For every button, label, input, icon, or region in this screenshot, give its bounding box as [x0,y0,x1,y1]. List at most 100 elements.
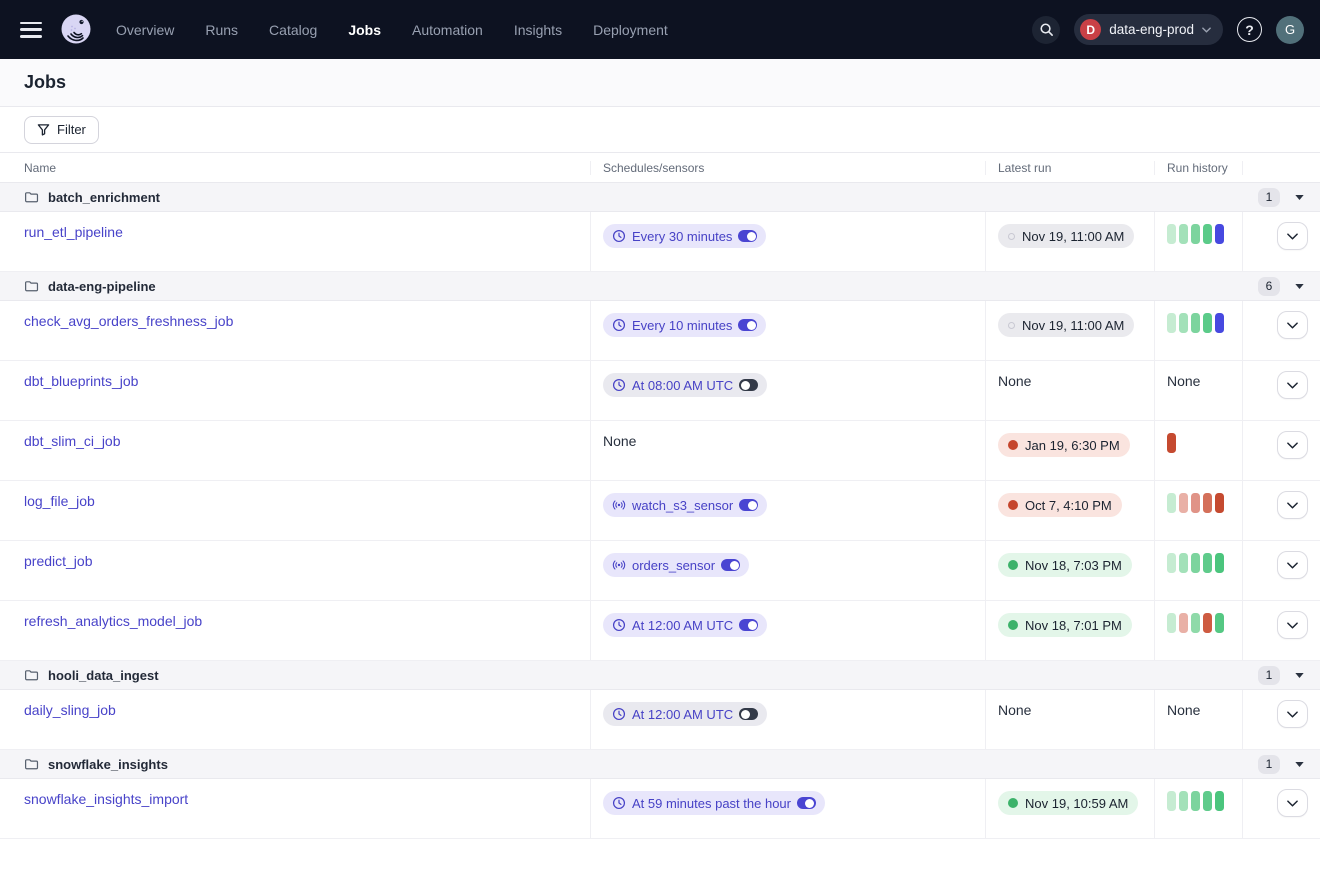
expand-row-button[interactable] [1277,789,1308,817]
group-name: data-eng-pipeline [48,279,156,294]
schedule-chip[interactable]: At 59 minutes past the hour [603,791,825,815]
nav-item-jobs[interactable]: Jobs [348,22,381,38]
latest-run-pill[interactable]: Nov 19, 11:00 AM [998,313,1134,337]
nav-items: Overview Runs Catalog Jobs Automation In… [116,22,668,38]
chevron-down-icon [1287,382,1298,389]
expand-row-button[interactable] [1277,311,1308,339]
group-name: batch_enrichment [48,190,160,205]
user-avatar[interactable]: G [1276,16,1304,44]
run-history-bars[interactable] [1167,313,1242,333]
latest-run-pill[interactable]: Jan 19, 6:30 PM [998,433,1130,457]
latest-run-pill[interactable]: Nov 19, 10:59 AM [998,791,1138,815]
deployment-initial-badge: D [1080,19,1101,40]
page-title: Jobs [24,72,66,93]
table-row: dbt_blueprints_job At 08:00 AM UTC None … [0,361,1320,421]
toggle-on-icon[interactable] [739,619,758,631]
job-link[interactable]: run_etl_pipeline [24,224,123,240]
table-row: dbt_slim_ci_job None Jan 19, 6:30 PM [0,421,1320,481]
nav-item-overview[interactable]: Overview [116,22,174,38]
job-link[interactable]: daily_sling_job [24,702,116,718]
question-mark-icon: ? [1245,22,1254,38]
schedule-chip[interactable]: At 12:00 AM UTC [603,613,767,637]
latest-run-pill[interactable]: Nov 18, 7:01 PM [998,613,1132,637]
group-row-hooli-data-ingest[interactable]: hooli_data_ingest 1 [0,661,1320,690]
sensor-chip[interactable]: orders_sensor [603,553,749,577]
column-header-run-history: Run history [1155,161,1243,175]
schedule-chip[interactable]: Every 30 minutes [603,224,766,248]
collapse-group-button[interactable] [1293,671,1306,680]
table-row: refresh_analytics_model_job At 12:00 AM … [0,601,1320,661]
latest-run-pill[interactable]: Nov 18, 7:03 PM [998,553,1132,577]
column-header-schedules: Schedules/sensors [591,161,986,175]
nav-item-runs[interactable]: Runs [205,22,238,38]
job-link[interactable]: dbt_slim_ci_job [24,433,121,449]
nav-item-insights[interactable]: Insights [514,22,562,38]
chevron-down-icon [1287,233,1298,240]
toggle-on-icon[interactable] [738,319,757,331]
latest-run-pill[interactable]: Oct 7, 4:10 PM [998,493,1122,517]
group-row-data-eng-pipeline[interactable]: data-eng-pipeline 6 [0,272,1320,301]
group-row-snowflake-insights[interactable]: snowflake_insights 1 [0,750,1320,779]
column-header-name: Name [0,161,591,175]
folder-icon [24,757,39,771]
deployment-switcher[interactable]: D data-eng-prod [1074,14,1223,45]
caret-down-icon [1295,195,1304,200]
filter-icon [37,123,50,136]
chevron-down-icon [1287,322,1298,329]
run-history-bars[interactable] [1167,224,1242,244]
success-icon [1008,620,1018,630]
collapse-group-button[interactable] [1293,193,1306,202]
chevron-down-icon [1287,442,1298,449]
schedule-chip[interactable]: At 12:00 AM UTC [603,702,767,726]
search-button[interactable] [1032,16,1060,44]
latest-run-none: None [998,702,1031,718]
job-link[interactable]: dbt_blueprints_job [24,373,138,389]
sensor-icon [612,558,626,572]
menu-icon[interactable] [20,22,42,38]
latest-run-pill[interactable]: Nov 19, 11:00 AM [998,224,1134,248]
toggle-on-icon[interactable] [739,499,758,511]
run-history-bars[interactable] [1167,791,1242,811]
filter-button[interactable]: Filter [24,116,99,144]
expand-row-button[interactable] [1277,222,1308,250]
nav-item-catalog[interactable]: Catalog [269,22,317,38]
collapse-group-button[interactable] [1293,282,1306,291]
dagster-logo-icon[interactable] [58,12,94,48]
success-icon [1008,798,1018,808]
clock-icon [612,229,626,243]
job-link[interactable]: log_file_job [24,493,95,509]
run-history-bars[interactable] [1167,553,1242,573]
caret-down-icon [1295,284,1304,289]
nav-item-automation[interactable]: Automation [412,22,483,38]
expand-row-button[interactable] [1277,611,1308,639]
expand-row-button[interactable] [1277,371,1308,399]
run-history-bars[interactable] [1167,433,1242,453]
expand-row-button[interactable] [1277,700,1308,728]
schedule-chip[interactable]: At 08:00 AM UTC [603,373,767,397]
run-history-bars[interactable] [1167,613,1242,633]
job-link[interactable]: check_avg_orders_freshness_job [24,313,233,329]
group-count-badge: 1 [1258,666,1280,685]
help-button[interactable]: ? [1237,17,1262,42]
expand-row-button[interactable] [1277,551,1308,579]
nav-item-deployment[interactable]: Deployment [593,22,668,38]
group-row-batch-enrichment[interactable]: batch_enrichment 1 [0,183,1320,212]
group-count-badge: 6 [1258,277,1280,296]
job-link[interactable]: snowflake_insights_import [24,791,188,807]
table-row: run_etl_pipeline Every 30 minutes Nov 19… [0,212,1320,272]
column-header-latest-run: Latest run [986,161,1155,175]
toggle-off-icon[interactable] [739,379,758,391]
toggle-on-icon[interactable] [797,797,816,809]
job-link[interactable]: predict_job [24,553,93,569]
sensor-chip[interactable]: watch_s3_sensor [603,493,767,517]
expand-row-button[interactable] [1277,431,1308,459]
toggle-off-icon[interactable] [739,708,758,720]
toggle-on-icon[interactable] [738,230,757,242]
schedule-chip[interactable]: Every 10 minutes [603,313,766,337]
job-link[interactable]: refresh_analytics_model_job [24,613,202,629]
collapse-group-button[interactable] [1293,760,1306,769]
expand-row-button[interactable] [1277,491,1308,519]
chevron-down-icon [1202,27,1211,33]
toggle-on-icon[interactable] [721,559,740,571]
run-history-bars[interactable] [1167,493,1242,513]
